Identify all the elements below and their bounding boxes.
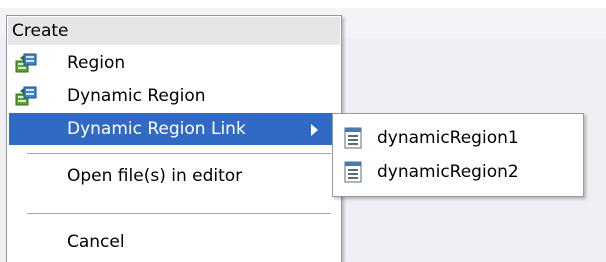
dynamic-region-icon [15, 86, 37, 106]
submenu-item-dynamic-region-1[interactable]: dynamicRegion1 [335, 121, 581, 155]
submenu-item-dynamic-region-2[interactable]: dynamicRegion2 [335, 155, 581, 189]
menu-separator [27, 213, 331, 214]
menu-separator [27, 153, 331, 154]
menu-item-label: Dynamic Region [67, 86, 206, 106]
submenu-arrow-icon [311, 124, 318, 136]
task-flow-icon [344, 161, 362, 183]
context-menu: Create Region Dynamic Region Dynamic Reg… [6, 15, 342, 262]
menu-item-label: Cancel [67, 232, 125, 252]
submenu: dynamicRegion1 dynamicRegion2 [332, 113, 584, 197]
menu-item-open-files[interactable]: Open file(s) in editor [9, 160, 339, 192]
menu-item-cancel[interactable]: Cancel [9, 226, 339, 258]
menu-item-label: Dynamic Region Link [67, 119, 246, 139]
task-flow-icon [344, 127, 362, 149]
menu-item-dynamic-region-link[interactable]: Dynamic Region Link [9, 113, 339, 145]
menu-item-region[interactable]: Region [9, 47, 339, 79]
menu-item-dynamic-region[interactable]: Dynamic Region [9, 80, 339, 112]
region-icon [15, 53, 37, 73]
backdrop-top [0, 0, 606, 8]
menu-header: Create [8, 17, 340, 45]
menu-item-label: Region [67, 53, 126, 73]
menu-item-label: Open file(s) in editor [67, 166, 243, 186]
submenu-item-label: dynamicRegion2 [377, 162, 519, 182]
submenu-item-label: dynamicRegion1 [377, 128, 519, 148]
